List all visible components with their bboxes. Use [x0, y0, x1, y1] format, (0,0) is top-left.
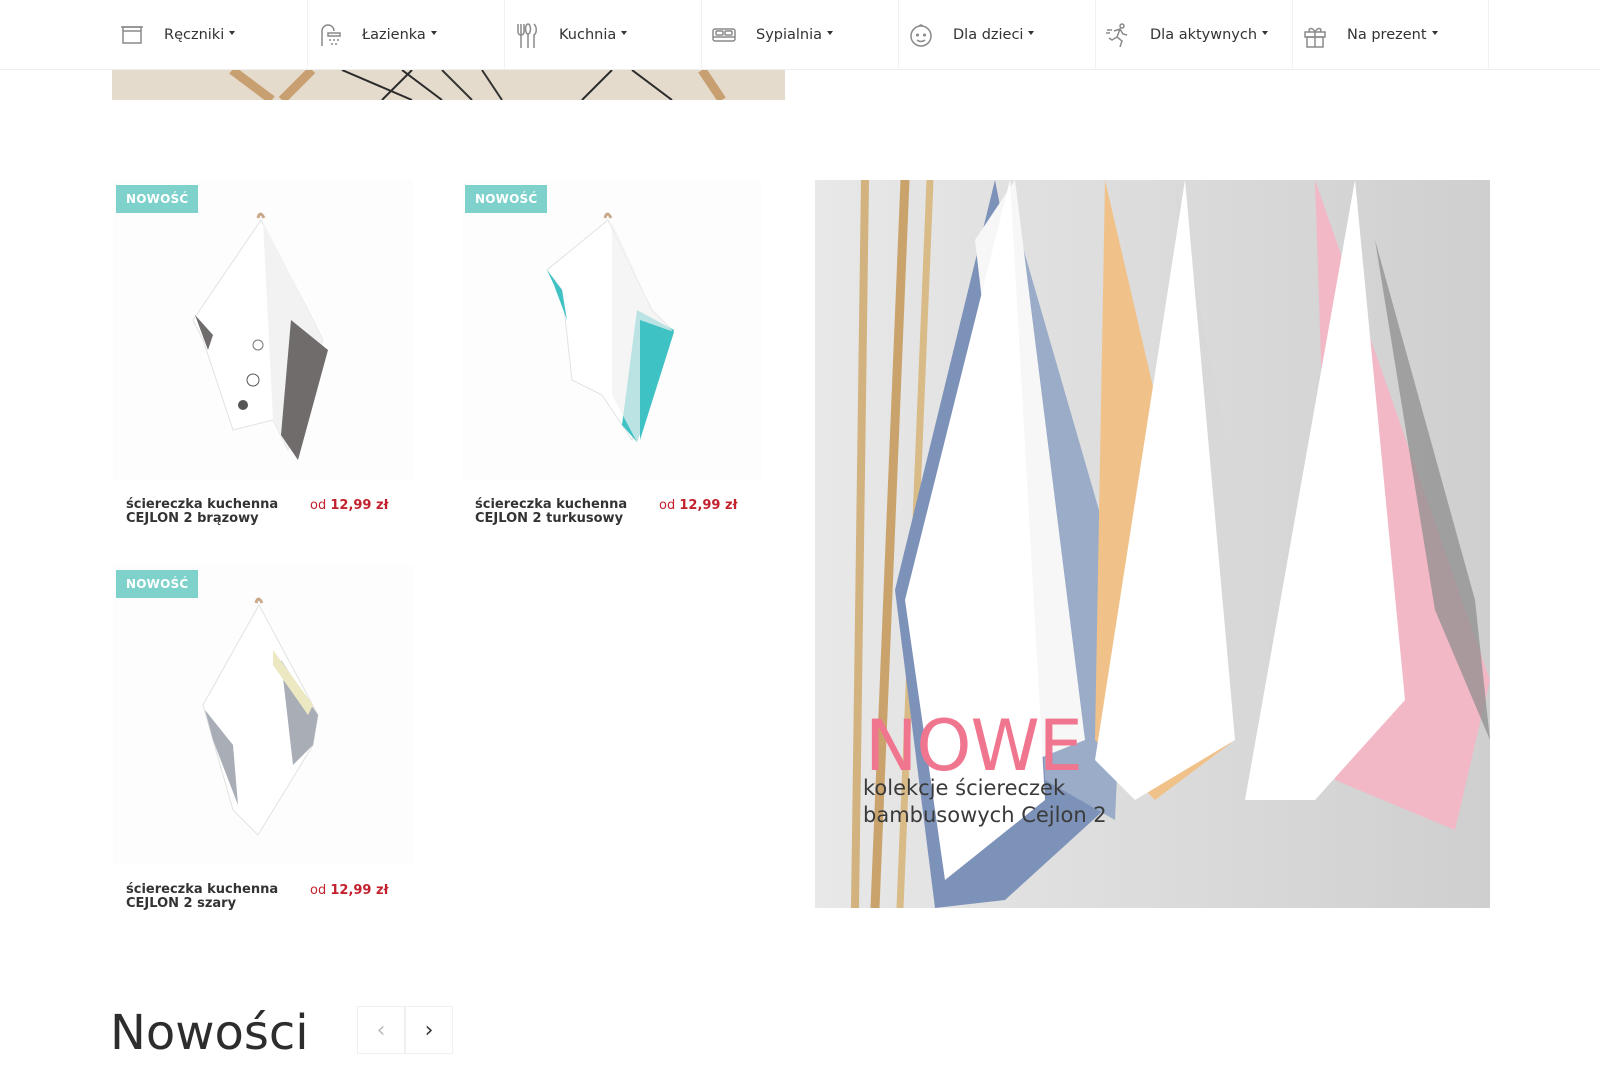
next-arrow-button[interactable]: › — [405, 1006, 453, 1054]
nav-item-reczniki[interactable]: Ręczniki — [110, 0, 307, 70]
price-prefix: od — [659, 498, 676, 513]
nav-label: Na prezent — [1347, 27, 1427, 43]
carousel-controls: ‹ › — [357, 1006, 453, 1054]
price-value: 12,99 zł — [679, 498, 738, 513]
nav-label: Łazienka — [362, 27, 426, 43]
cutlery-icon — [513, 21, 541, 49]
product-image[interactable] — [113, 180, 413, 480]
nav-item-dla-aktywnych[interactable]: Dla aktywnych — [1095, 0, 1292, 70]
nav-label: Dla dzieci — [953, 27, 1024, 43]
chevron-down-icon — [430, 31, 437, 35]
product-price: od 12,99 zł — [310, 883, 388, 898]
price-value: 12,99 zł — [330, 498, 389, 513]
product-price: od 12,99 zł — [659, 498, 737, 513]
nav-label: Dla aktywnych — [1150, 27, 1258, 43]
nav-label: Ręczniki — [164, 27, 225, 43]
promo-banner[interactable]: NOWE kolekcje ściereczek bambusowych Cej… — [815, 180, 1490, 908]
nav-items: Ręczniki Łazienka Kuchnia Sypialnia Dla … — [110, 0, 1490, 70]
baby-icon — [907, 21, 935, 49]
nav-item-kuchnia[interactable]: Kuchnia — [504, 0, 701, 70]
nav-item-na-prezent[interactable]: Na prezent — [1292, 0, 1489, 70]
product-name[interactable]: ściereczka kuchenna CEJLON 2 turkusowy — [475, 498, 645, 526]
product-price: od 12,99 zł — [310, 498, 388, 513]
new-badge: NOWOŚĆ — [116, 570, 199, 598]
gift-icon — [1301, 21, 1329, 49]
new-badge: NOWOŚĆ — [465, 185, 548, 213]
chevron-down-icon — [621, 31, 628, 35]
promo-subtitle: kolekcje ściereczek bambusowych Cejlon 2 — [863, 776, 1107, 827]
product-name[interactable]: ściereczka kuchenna CEJLON 2 szary — [126, 883, 296, 911]
chevron-down-icon — [1431, 31, 1438, 35]
towel-icon — [118, 21, 146, 49]
product-name[interactable]: ściereczka kuchenna CEJLON 2 brązowy — [126, 498, 296, 526]
bed-icon — [710, 21, 738, 49]
product-image[interactable] — [113, 565, 413, 865]
chevron-down-icon — [1028, 31, 1035, 35]
price-prefix: od — [310, 883, 327, 898]
nav-item-sypialnia[interactable]: Sypialnia — [701, 0, 898, 70]
nav-label: Sypialnia — [756, 27, 823, 43]
section-title: Nowości — [110, 1005, 309, 1061]
prev-arrow-button[interactable]: ‹ — [357, 1006, 405, 1054]
product-image[interactable] — [462, 180, 762, 480]
shower-icon — [316, 21, 344, 49]
chevron-down-icon — [1262, 31, 1269, 35]
top-banner-image[interactable] — [112, 70, 785, 100]
nav-label: Kuchnia — [559, 27, 617, 43]
new-badge: NOWOŚĆ — [116, 185, 199, 213]
price-prefix: od — [310, 498, 327, 513]
nav-item-lazienka[interactable]: Łazienka — [307, 0, 504, 70]
runner-icon — [1104, 21, 1132, 49]
price-value: 12,99 zł — [330, 883, 389, 898]
chevron-down-icon — [827, 31, 834, 35]
chevron-down-icon — [229, 31, 236, 35]
nav-item-dla-dzieci[interactable]: Dla dzieci — [898, 0, 1095, 70]
main-navigation: Ręczniki Łazienka Kuchnia Sypialnia Dla … — [0, 0, 1600, 70]
